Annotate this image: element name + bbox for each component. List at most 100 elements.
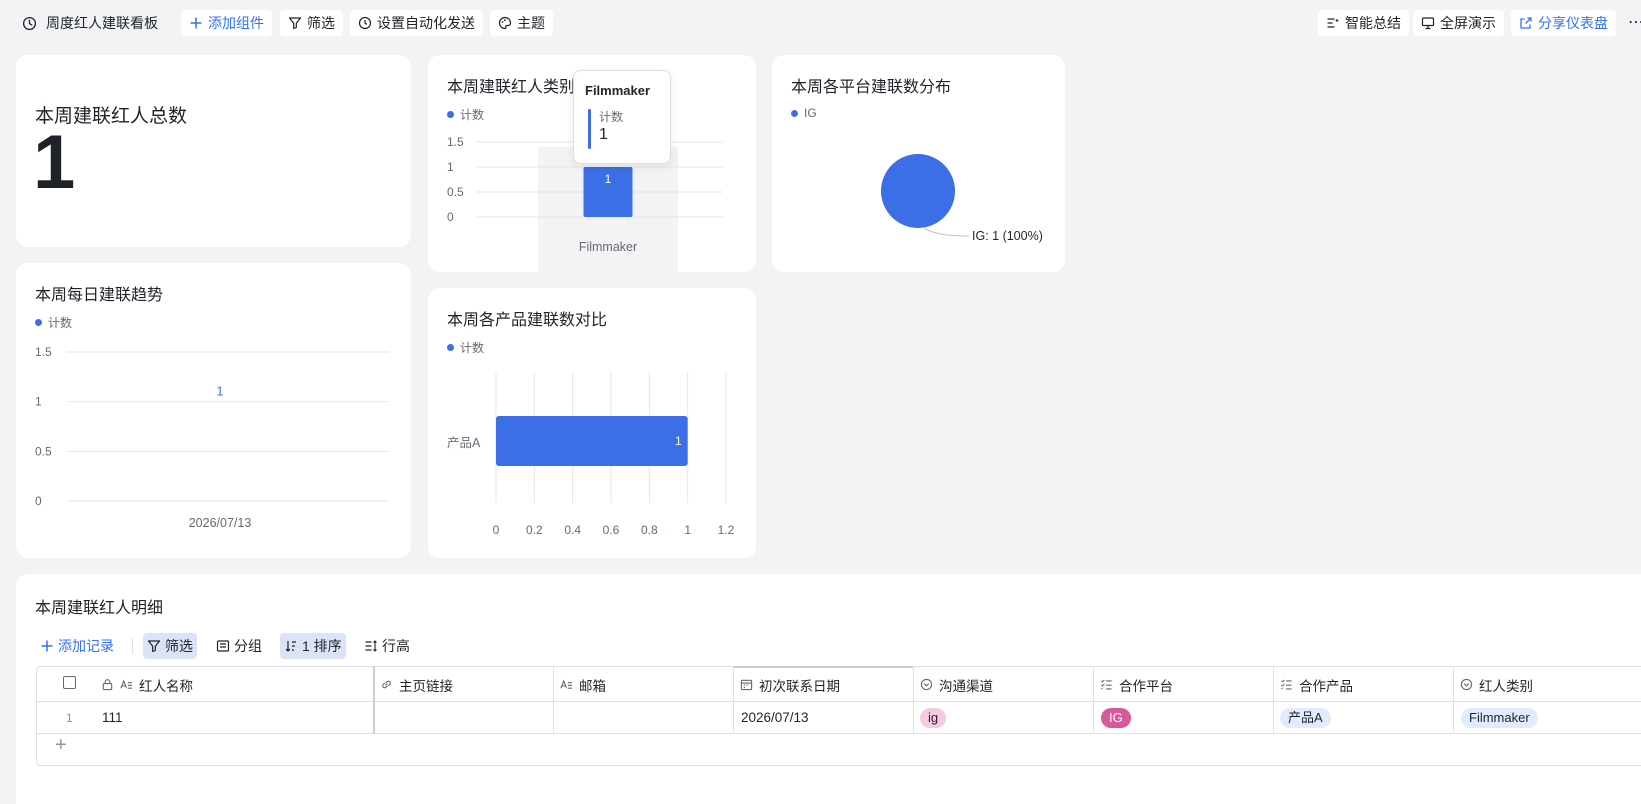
frozen-column-divider (373, 666, 375, 734)
channel-tag: ig (920, 707, 947, 728)
multi-select-icon (1281, 679, 1292, 690)
category-chart-card[interactable]: 本周建联红人类别 计数 0 0.5 1 1.5 1 Filmmaker Filmmak… (428, 55, 756, 272)
fullscreen-button[interactable]: 全屏演示 (1413, 10, 1504, 36)
column-header-name[interactable]: 红人名称 (101, 668, 193, 701)
cell-date[interactable]: 2026/07/13 (741, 701, 809, 734)
col-divider (733, 666, 734, 734)
column-header-platform[interactable]: 合作平台 (1100, 668, 1173, 701)
column-header-date[interactable]: 初次联系日期 (740, 668, 840, 701)
cell-email[interactable] (560, 701, 730, 734)
column-header-channel[interactable]: 沟通渠道 (920, 668, 993, 701)
add-record-button[interactable]: 添加记录 (36, 633, 118, 659)
auto-send-button[interactable]: 设置自动化发送 (350, 10, 483, 36)
row-height-label: 行高 (382, 638, 410, 654)
daily-chart-svg: 0 0.5 1 1.5 1 2026/07/13 (35, 345, 389, 530)
cell-link[interactable] (380, 701, 550, 734)
sort-button[interactable]: 1 排序 (280, 633, 346, 659)
theme-button[interactable]: 主题 (490, 10, 553, 36)
history-icon (22, 16, 37, 30)
sort-label: 1 排序 (302, 638, 342, 654)
table-title: 本周建联红人明细 (35, 600, 164, 617)
column-header-label: 沟通渠道 (939, 678, 993, 694)
text-field-icon (560, 679, 573, 689)
product-chart-card[interactable]: 本周各产品建联数对比 计数 0 0.2 0.4 0.6 0.8 1 1.2 1 产品A (428, 288, 756, 558)
data-row-bottom-border (36, 733, 1641, 734)
daily-gridlines (67, 351, 389, 502)
single-select-icon (1460, 678, 1473, 691)
add-widget-label: 添加组件 (208, 15, 264, 31)
total-count-card[interactable]: 本周建联红人总数 1 (16, 55, 411, 247)
category-ytick: 1 (447, 160, 454, 174)
plus-icon (190, 17, 202, 29)
cell-product[interactable]: 产品A (1280, 701, 1331, 734)
category-ytick: 0.5 (447, 185, 464, 199)
product-xticks: 0 0.2 0.4 0.6 0.8 1 1.2 (493, 523, 735, 537)
daily-xtick: 2026/07/13 (189, 516, 252, 530)
toolbar-divider (132, 638, 133, 654)
share-dashboard-button[interactable]: 分享仪表盘 (1511, 10, 1616, 36)
product-chart-svg: 0 0.2 0.4 0.6 0.8 1 1.2 1 产品A (447, 372, 735, 537)
dashboard-title-area[interactable]: 周度红人建联看板 (22, 13, 158, 33)
cell-platform[interactable]: IG (1101, 701, 1131, 734)
daily-point-label: 1 (217, 385, 224, 399)
summary-icon (1327, 18, 1339, 28)
filter-icon (288, 17, 302, 30)
select-all-checkbox[interactable] (63, 676, 76, 689)
link-icon (382, 680, 391, 689)
total-count-value: 1 (33, 120, 76, 205)
share-icon (1520, 17, 1532, 29)
category-bar-label: 1 (605, 172, 612, 186)
filter-button[interactable]: 筛选 (280, 10, 343, 36)
lock-icon (102, 679, 113, 691)
add-row-button[interactable]: + (55, 735, 67, 755)
row-height-icon (365, 640, 377, 652)
product-xtick: 1.2 (718, 523, 735, 537)
product-bar-label: 1 (675, 434, 682, 448)
column-header-label: 红人类别 (1479, 678, 1533, 694)
cell-category[interactable]: Filmmaker (1461, 701, 1538, 734)
group-icon (216, 640, 230, 652)
more-button[interactable]: ⋯ (1628, 12, 1641, 32)
plus-icon (41, 640, 53, 652)
platform-chart-card[interactable]: 本周各平台建联数分布 IG IG: 1 (100%) (772, 55, 1065, 272)
daily-trend-card[interactable]: 本周每日建联趋势 计数 0 0.5 1 1.5 1 2026/07/13 (16, 263, 411, 558)
share-label: 分享仪表盘 (1538, 15, 1608, 31)
theme-label: 主题 (517, 15, 545, 31)
col-divider (913, 666, 914, 734)
text-field-icon (120, 679, 133, 689)
smart-summary-label: 智能总结 (1345, 15, 1401, 31)
category-xtick: Filmmaker (579, 240, 637, 254)
row-height-button[interactable]: 行高 (360, 633, 414, 659)
column-header-label: 红人名称 (139, 678, 193, 694)
category-ytick: 0 (447, 210, 454, 224)
product-bar (496, 416, 688, 466)
column-header-label: 主页链接 (399, 678, 453, 694)
column-header-link[interactable]: 主页链接 (380, 668, 453, 701)
add-widget-button[interactable]: 添加组件 (181, 10, 272, 36)
cell-name[interactable]: 111 (102, 701, 123, 734)
fullscreen-label: 全屏演示 (1440, 15, 1496, 31)
group-button[interactable]: 分组 (212, 633, 266, 659)
daily-ytick: 0.5 (35, 444, 52, 458)
cell-channel[interactable]: ig (920, 701, 947, 734)
table-filter-button[interactable]: 筛选 (143, 633, 197, 659)
product-xtick: 0.6 (603, 523, 620, 537)
sort-icon (285, 641, 296, 652)
category-tooltip: Filmmaker 计数 1 (573, 70, 671, 164)
column-header-category[interactable]: 红人类别 (1460, 668, 1533, 701)
product-xtick: 0.8 (641, 523, 658, 537)
tooltip-label: 计数 (599, 110, 624, 124)
daily-ytick: 1.5 (35, 345, 52, 359)
column-header-product[interactable]: 合作产品 (1280, 668, 1353, 701)
palette-icon (498, 16, 512, 30)
smart-summary-button[interactable]: 智能总结 (1318, 10, 1409, 36)
daily-ytick: 1 (35, 395, 42, 409)
category-tag: Filmmaker (1461, 707, 1538, 728)
platform-tag: IG (1101, 707, 1131, 728)
single-select-icon (920, 678, 933, 691)
column-header-email[interactable]: 邮箱 (560, 668, 606, 701)
col-divider (1453, 666, 1454, 734)
daily-ytick: 0 (35, 494, 42, 508)
col-divider (553, 666, 554, 734)
product-ytick: 产品A (447, 436, 481, 450)
